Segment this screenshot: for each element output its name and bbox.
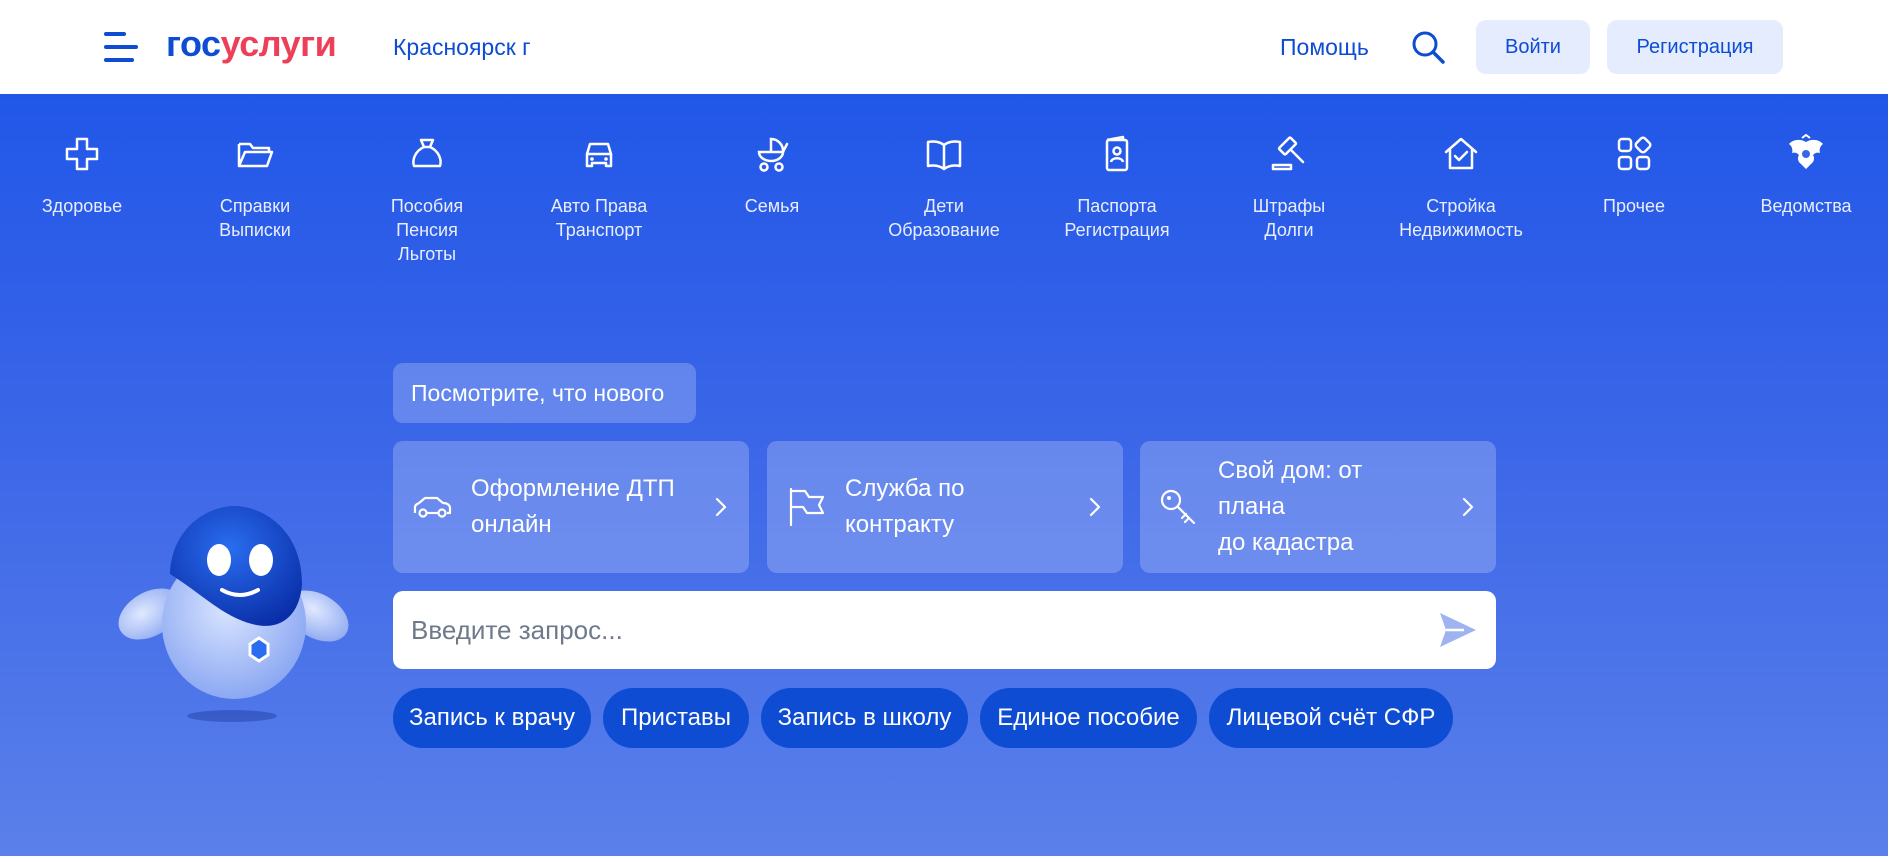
- gavel-icon: [1271, 136, 1305, 171]
- hero-section: Здоровье Справки Выписки Пособия Пенсия …: [0, 94, 1888, 856]
- chevron-right-icon: [715, 497, 727, 517]
- category-health[interactable]: Здоровье: [0, 134, 167, 218]
- car-outline-icon: [413, 496, 452, 518]
- chip-bailiffs[interactable]: Приставы: [603, 688, 749, 748]
- key-icon: [1160, 489, 1196, 525]
- passport-icon: [1105, 135, 1129, 172]
- card-title-line: до кадастра: [1218, 529, 1354, 556]
- card-title-line: плана: [1218, 493, 1285, 520]
- robot-mascot-image: [118, 506, 349, 722]
- help-link[interactable]: Помощь: [1280, 32, 1369, 62]
- chip-sfr-account[interactable]: Лицевой счёт СФР: [1209, 688, 1453, 748]
- gosuslugi-logo[interactable]: госуслуги: [166, 22, 337, 66]
- card-title-line: онлайн: [471, 511, 552, 538]
- flag-icon: [789, 487, 825, 527]
- money-bag-icon: [412, 138, 442, 168]
- coat-of-arms-icon: [1789, 134, 1823, 169]
- search-icon[interactable]: [1410, 29, 1446, 65]
- health-cross-icon: [65, 137, 99, 171]
- search-input[interactable]: [411, 591, 1411, 669]
- stroller-icon: [757, 137, 789, 172]
- card-title-line: Оформление ДТП: [471, 475, 675, 502]
- chevron-right-icon: [1089, 497, 1101, 517]
- grid-icon: [1617, 136, 1652, 171]
- book-icon: [926, 140, 962, 171]
- category-fines[interactable]: Штрафы Долги: [1204, 134, 1374, 242]
- login-button[interactable]: Войти: [1476, 20, 1590, 74]
- card-title-line: Свой дом: от: [1218, 457, 1363, 484]
- search-box[interactable]: [393, 591, 1496, 669]
- chip-unified-benefit[interactable]: Единое пособие: [980, 688, 1197, 748]
- category-other[interactable]: Прочее: [1549, 134, 1719, 218]
- card-contract-service[interactable]: Служба по контракту: [767, 441, 1123, 573]
- category-certificates[interactable]: Справки Выписки: [170, 134, 340, 242]
- top-header: госуслуги Красноярск г Помощь Войти Реги…: [0, 0, 1888, 94]
- card-title-line: Служба по: [845, 475, 965, 502]
- city-selector[interactable]: Красноярск г: [393, 32, 531, 62]
- category-auto[interactable]: Авто Права Транспорт: [514, 134, 684, 242]
- menu-icon[interactable]: [104, 32, 138, 62]
- category-passports[interactable]: Паспорта Регистрация: [1032, 134, 1202, 242]
- category-benefits[interactable]: Пособия Пенсия Льготы: [342, 134, 512, 266]
- category-children[interactable]: Дети Образование: [859, 134, 1029, 242]
- whats-new-button[interactable]: Посмотрите, что нового: [393, 363, 696, 423]
- category-departments[interactable]: Ведомства: [1721, 134, 1888, 218]
- house-check-icon: [1444, 137, 1478, 170]
- folder-icon: [237, 142, 274, 168]
- category-family[interactable]: Семья: [687, 134, 857, 218]
- card-title-line: контракту: [845, 511, 955, 538]
- card-dtp-online[interactable]: Оформление ДТП онлайн: [393, 441, 749, 573]
- register-button[interactable]: Регистрация: [1607, 20, 1783, 74]
- category-construction[interactable]: Стройка Недвижимость: [1376, 134, 1546, 242]
- send-icon[interactable]: [1438, 611, 1478, 649]
- car-icon: [585, 142, 613, 168]
- chip-school-enrollment[interactable]: Запись в школу: [761, 688, 968, 748]
- card-own-house[interactable]: Свой дом: от плана до кадастра: [1140, 441, 1496, 573]
- chevron-right-icon: [1462, 497, 1474, 517]
- chip-doctor-appointment[interactable]: Запись к врачу: [393, 688, 591, 748]
